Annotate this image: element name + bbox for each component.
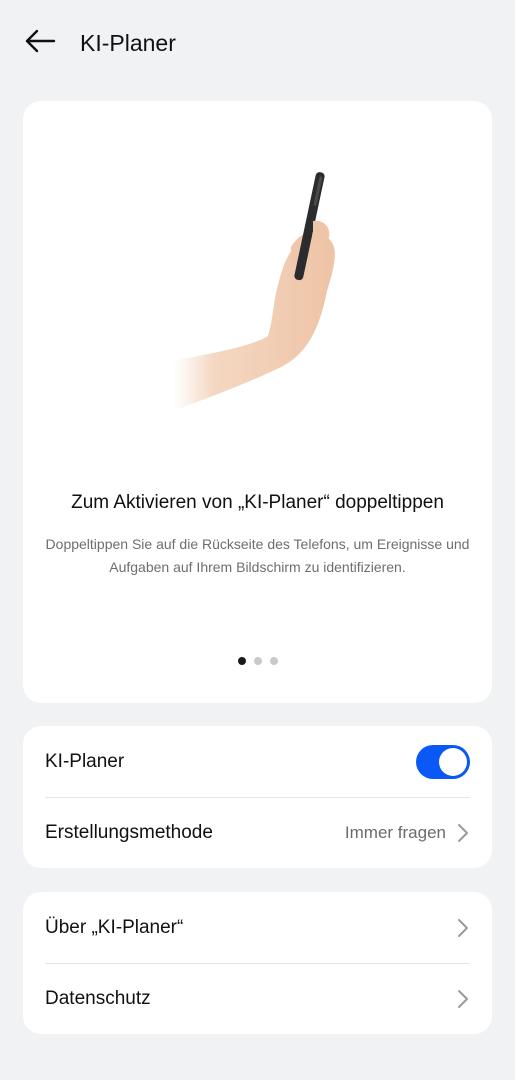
privacy-label: Datenschutz bbox=[45, 987, 151, 1009]
page-title: KI-Planer bbox=[80, 30, 176, 56]
ki-planer-row[interactable]: KI-Planer bbox=[45, 726, 470, 797]
pagination-dots bbox=[23, 657, 492, 665]
privacy-row[interactable]: Datenschutz bbox=[45, 963, 470, 1034]
back-button[interactable] bbox=[22, 26, 58, 56]
settings-group-info: Über „KI-Planer“ Datenschutz bbox=[23, 892, 492, 1034]
intro-description: Doppeltippen Sie auf die Rückseite des T… bbox=[45, 536, 470, 575]
pagination-dot-2[interactable] bbox=[253, 657, 262, 665]
pagination-dot-1[interactable] bbox=[237, 657, 246, 665]
settings-group-main: KI-Planer Erstellungsmethode Immer frage… bbox=[23, 726, 492, 868]
intro-card: Zum Aktivieren von „KI-Planer“ doppeltip… bbox=[23, 101, 492, 703]
creation-method-row[interactable]: Erstellungsmethode Immer fragen bbox=[45, 797, 470, 868]
about-label: Über „KI-Planer“ bbox=[45, 916, 184, 938]
ki-planer-label: KI-Planer bbox=[45, 750, 125, 772]
pagination-dot-3[interactable] bbox=[269, 657, 278, 665]
hand-holding-phone-illustration bbox=[173, 161, 353, 421]
toggle-knob bbox=[439, 747, 467, 776]
creation-method-value: Immer fragen bbox=[344, 822, 446, 842]
arrow-left-icon bbox=[25, 29, 56, 53]
creation-method-label: Erstellungsmethode bbox=[45, 821, 213, 843]
about-row[interactable]: Über „KI-Planer“ bbox=[45, 892, 470, 963]
chevron-right-icon bbox=[456, 988, 470, 1010]
chevron-right-icon bbox=[456, 917, 470, 939]
chevron-right-icon bbox=[456, 822, 470, 844]
app-header: KI-Planer bbox=[0, 0, 515, 86]
intro-title: Zum Aktivieren von „KI-Planer“ doppeltip… bbox=[71, 492, 444, 513]
ki-planer-toggle[interactable] bbox=[416, 744, 470, 779]
